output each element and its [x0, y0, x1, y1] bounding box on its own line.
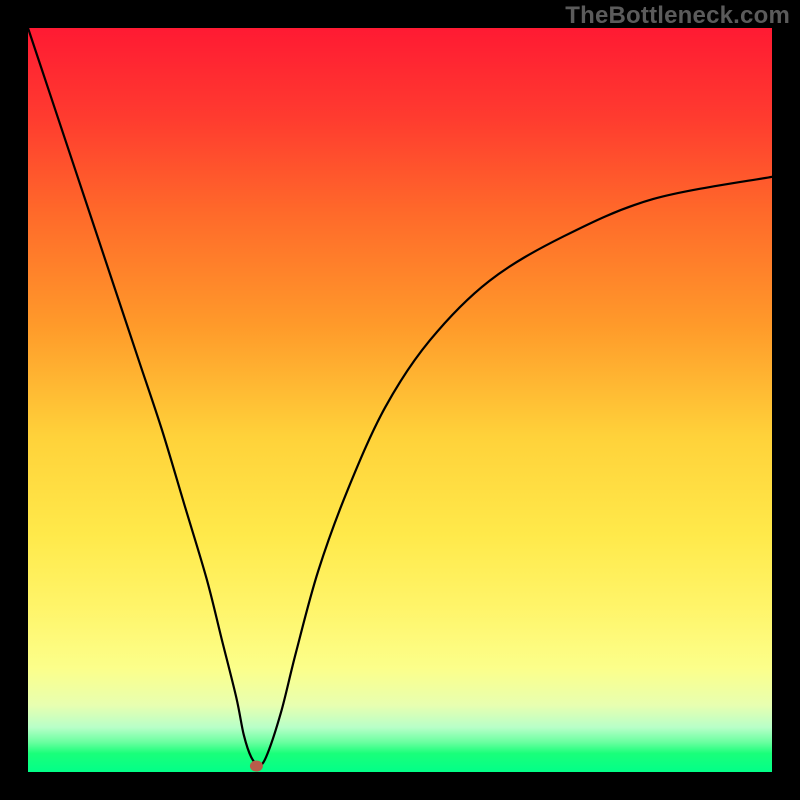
- chart-frame: TheBottleneck.com: [0, 0, 800, 800]
- watermark-text: TheBottleneck.com: [565, 2, 790, 30]
- bottleneck-curve: [28, 28, 772, 765]
- minimum-marker: [250, 761, 262, 771]
- plot-area: [28, 28, 772, 772]
- chart-svg: [28, 28, 772, 772]
